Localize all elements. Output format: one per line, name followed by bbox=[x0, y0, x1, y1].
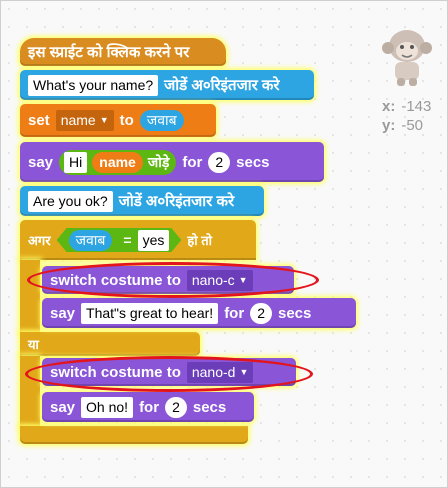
ask-question-input[interactable]: Are you ok? bbox=[28, 190, 113, 212]
equals-operator-block[interactable]: जवाब = yes bbox=[57, 228, 182, 252]
secs-label: secs bbox=[277, 304, 312, 322]
say-for-secs-block[interactable]: say Oh no! for 2 secs bbox=[42, 392, 254, 422]
else-section: या bbox=[20, 332, 200, 356]
equals-sign: = bbox=[123, 232, 132, 248]
say-keyword: say bbox=[50, 304, 76, 322]
seconds-input[interactable]: 2 bbox=[165, 396, 187, 418]
join-reporter[interactable]: Hi name जोड़े bbox=[59, 149, 177, 175]
hat-label: इस स्प्राईट को क्लिक करने पर bbox=[28, 44, 190, 61]
else-label: या bbox=[28, 337, 39, 352]
if-else-bottom bbox=[20, 426, 248, 444]
answer-reporter[interactable]: जवाब bbox=[69, 230, 113, 251]
y-value: -50 bbox=[401, 117, 424, 134]
set-keyword: set bbox=[28, 112, 50, 129]
variable-dropdown[interactable]: name ▼ bbox=[55, 110, 114, 131]
if-else-block[interactable]: अगर जवाब = yes हो तो bbox=[20, 220, 256, 260]
secs-label: secs bbox=[192, 398, 227, 416]
variable-name: name bbox=[60, 112, 96, 128]
ask-suffix-label: जोडें अ०रिइंतजार करे bbox=[164, 77, 280, 94]
seconds-input[interactable]: 2 bbox=[208, 151, 231, 173]
if-branch-arm bbox=[20, 260, 40, 334]
annotation-ellipse bbox=[25, 356, 313, 392]
for-label: for bbox=[224, 304, 245, 322]
say-for-secs-block[interactable]: say Hi name जोड़े for 2 secs bbox=[20, 142, 324, 182]
sprite-x-coordinate: x: -143 bbox=[382, 98, 431, 115]
secs-label: secs bbox=[236, 153, 270, 171]
ask-and-wait-block[interactable]: What's your name? जोडें अ०रिइंतजार करे bbox=[20, 70, 314, 100]
say-keyword: say bbox=[28, 153, 54, 171]
for-label: for bbox=[139, 398, 160, 416]
dropdown-arrow-icon: ▼ bbox=[99, 115, 109, 125]
y-label: y: bbox=[382, 117, 396, 134]
set-variable-block[interactable]: set name ▼ to जवाब bbox=[20, 104, 216, 137]
to-label: to bbox=[119, 112, 134, 129]
name-variable-reporter[interactable]: name bbox=[92, 151, 143, 173]
join-text-input[interactable]: Hi bbox=[64, 151, 88, 173]
say-text-input[interactable]: That"s great to hear! bbox=[81, 302, 219, 324]
compare-value-input[interactable]: yes bbox=[138, 230, 170, 251]
say-for-secs-block[interactable]: say That"s great to hear! for 2 secs bbox=[42, 298, 356, 328]
x-label: x: bbox=[382, 98, 396, 115]
ask-suffix-label: जोडें अ०रिइंतजार करे bbox=[118, 193, 235, 210]
ask-question-input[interactable]: What's your name? bbox=[28, 74, 159, 96]
annotation-ellipse bbox=[27, 262, 319, 298]
sprite-monkey-icon bbox=[382, 30, 432, 86]
say-keyword: say bbox=[50, 398, 76, 416]
when-sprite-clicked-hat-block[interactable]: इस स्प्राईट को क्लिक करने पर bbox=[20, 38, 226, 66]
x-value: -143 bbox=[401, 98, 432, 115]
if-label: अगर bbox=[28, 233, 51, 248]
sprite-y-coordinate: y: -50 bbox=[382, 117, 423, 134]
join-label: जोड़े bbox=[147, 153, 170, 170]
answer-reporter[interactable]: जवाब bbox=[139, 110, 184, 131]
for-label: for bbox=[182, 153, 203, 171]
say-text-input[interactable]: Oh no! bbox=[81, 396, 134, 418]
seconds-input[interactable]: 2 bbox=[250, 302, 272, 324]
then-label: हो तो bbox=[187, 233, 213, 248]
ask-and-wait-block[interactable]: Are you ok? जोडें अ०रिइंतजार करे bbox=[20, 186, 264, 216]
